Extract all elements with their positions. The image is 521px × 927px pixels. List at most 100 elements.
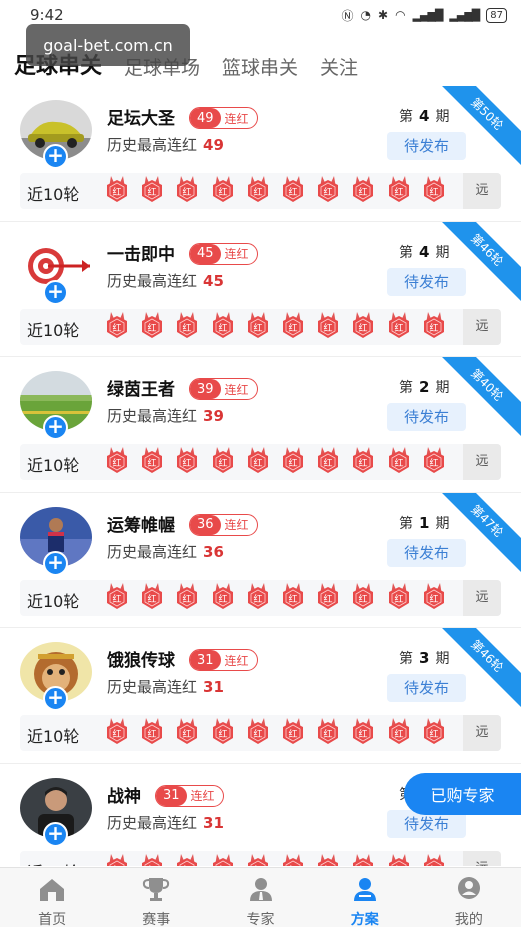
svg-text:红: 红 bbox=[288, 728, 297, 740]
svg-text:红: 红 bbox=[429, 186, 438, 198]
red-medal-icon: 红 bbox=[351, 718, 375, 746]
svg-text:红: 红 bbox=[359, 322, 368, 334]
follow-plus-button[interactable]: + bbox=[43, 279, 68, 305]
svg-text:红: 红 bbox=[324, 322, 333, 334]
nav-item-4[interactable]: 我的 bbox=[417, 868, 521, 927]
follow-plus-button[interactable]: + bbox=[43, 415, 68, 440]
period-suffix: 期 bbox=[435, 515, 450, 532]
red-medal-icon: 红 bbox=[351, 311, 375, 340]
follow-plus-button[interactable]: + bbox=[43, 550, 68, 576]
far-button[interactable]: 远 bbox=[463, 444, 501, 480]
expert-name: 绿茵王者 bbox=[107, 380, 175, 400]
medal-row: 红红红红红红红红红红 bbox=[105, 853, 446, 866]
red-medal-icon: 红 bbox=[316, 853, 340, 866]
nav-label: 方案 bbox=[350, 912, 379, 927]
period-number: 1 bbox=[419, 513, 430, 532]
red-medal-icon: 红 bbox=[422, 582, 446, 611]
streak-count: 31 bbox=[190, 650, 221, 670]
history-label: 历史最高连红 bbox=[107, 136, 198, 154]
streak-badge: 45 连红 bbox=[189, 242, 258, 265]
red-medal-icon: 红 bbox=[351, 176, 375, 204]
svg-text:红: 红 bbox=[218, 728, 227, 740]
svg-text:红: 红 bbox=[288, 457, 297, 469]
svg-text:红: 红 bbox=[253, 186, 262, 198]
history-label: 历史最高连红 bbox=[107, 542, 198, 561]
expert-card[interactable]: + 运筹帷幄 36 连红 历史最高连红 36 第 1 期待发布 第47轮 近10轮红红红红红红红红红… bbox=[0, 492, 521, 628]
svg-text:红: 红 bbox=[183, 728, 192, 740]
expert-card[interactable]: + 足坛大圣 49 连红 历史最高连红 49 第 4 期待发布 第50轮 近10轮红红红红红红红红红… bbox=[0, 86, 521, 222]
streak-count: 39 bbox=[190, 379, 221, 399]
svg-text:红: 红 bbox=[429, 457, 438, 469]
recent-label: 近10轮 bbox=[27, 456, 80, 475]
red-medal-icon: 红 bbox=[316, 176, 340, 204]
red-medal-icon: 红 bbox=[316, 311, 340, 340]
red-medal-icon: 红 bbox=[105, 718, 129, 746]
svg-text:红: 红 bbox=[112, 593, 121, 605]
battery-icon: 87 bbox=[486, 7, 507, 23]
svg-text:红: 红 bbox=[324, 457, 333, 469]
history-label: 历史最高连红 bbox=[107, 678, 198, 696]
period-prefix: 第 bbox=[399, 380, 413, 396]
medal-row: 红红红红红红红红红红 bbox=[105, 718, 446, 746]
medal-row: 红红红红红红红红红红 bbox=[105, 582, 446, 611]
trophy-icon bbox=[141, 876, 171, 906]
pending-publish-button[interactable]: 待发布 bbox=[387, 132, 466, 160]
period-info: 第1期 bbox=[399, 513, 449, 533]
red-medal-icon: 红 bbox=[246, 176, 270, 204]
expert-card[interactable]: + 绿茵王者 39 连红 历史最高连红 39 第 2 期待发布 第40轮 近10轮红红红红红红红红红… bbox=[0, 357, 521, 493]
history-label: 历史最高连红 bbox=[107, 407, 198, 425]
nav-label: 专家 bbox=[246, 912, 275, 927]
far-button[interactable]: 远 bbox=[463, 173, 501, 209]
red-medal-icon: 红 bbox=[175, 853, 199, 866]
period-info: 第3期 bbox=[399, 648, 449, 668]
svg-text:红: 红 bbox=[288, 593, 297, 605]
expert-list[interactable]: + 足坛大圣 49 连红 历史最高连红 49 第 4 期待发布 第50轮 近10轮红红红红红红红红红… bbox=[0, 86, 521, 866]
recent-record-bar: 近10轮 红 红 红 红 红 红 红 红 红 红 远 bbox=[20, 308, 501, 345]
nav-item-1[interactable]: 赛事 bbox=[104, 868, 208, 927]
red-medal-icon: 红 bbox=[140, 853, 164, 866]
streak-label: 连红 bbox=[224, 518, 249, 532]
red-medal-icon: 红 bbox=[422, 176, 446, 204]
svg-text:红: 红 bbox=[148, 728, 157, 740]
recent-label: 近10轮 bbox=[27, 185, 80, 204]
tab-3[interactable]: 关注 bbox=[320, 53, 358, 80]
svg-text:红: 红 bbox=[394, 322, 403, 334]
red-medal-icon: 红 bbox=[387, 718, 411, 746]
red-medal-icon: 红 bbox=[281, 447, 305, 475]
period-number: 2 bbox=[419, 378, 430, 396]
svg-text:红: 红 bbox=[359, 457, 368, 469]
follow-plus-button[interactable]: + bbox=[43, 821, 68, 847]
expert-name: 战神 bbox=[107, 786, 141, 807]
follow-plus-button[interactable]: + bbox=[43, 144, 68, 169]
period-prefix: 第 bbox=[399, 651, 413, 667]
expert-name: 一击即中 bbox=[107, 244, 175, 265]
tab-2[interactable]: 篮球串关 bbox=[222, 53, 298, 80]
period-number: 4 bbox=[419, 242, 430, 261]
follow-plus-button[interactable]: + bbox=[43, 686, 68, 711]
history-value: 36 bbox=[203, 542, 224, 561]
far-button[interactable]: 远 bbox=[463, 579, 501, 616]
svg-text:红: 红 bbox=[218, 186, 227, 198]
far-button[interactable]: 远 bbox=[463, 715, 501, 751]
nav-item-0[interactable]: 首页 bbox=[0, 868, 104, 927]
home-icon bbox=[37, 876, 67, 906]
red-medal-icon: 红 bbox=[105, 582, 129, 611]
nav-item-3[interactable]: 方案 bbox=[313, 868, 417, 927]
streak-count: 45 bbox=[190, 243, 221, 264]
pending-publish-button[interactable]: 待发布 bbox=[387, 403, 466, 431]
period-prefix: 第 bbox=[399, 109, 413, 125]
period-number: 3 bbox=[419, 649, 430, 667]
pending-publish-button[interactable]: 待发布 bbox=[387, 674, 466, 702]
pending-publish-button[interactable]: 待发布 bbox=[387, 538, 466, 567]
history-label: 历史最高连红 bbox=[107, 813, 198, 832]
expert-card[interactable]: + 饿狼传球 31 连红 历史最高连红 31 第 3 期待发布 第46轮 近10轮红红红红红红红红红… bbox=[0, 628, 521, 764]
red-medal-icon: 红 bbox=[281, 853, 305, 866]
far-button[interactable]: 远 bbox=[463, 308, 501, 345]
pending-publish-button[interactable]: 待发布 bbox=[387, 267, 466, 296]
expert-card[interactable]: + 一击即中 45 连红 历史最高连红 45 第 4 期待发布 第46轮 近10轮红红红红红红红红红… bbox=[0, 221, 521, 357]
red-medal-icon: 红 bbox=[316, 447, 340, 475]
bought-experts-button[interactable]: 已购专家 bbox=[404, 773, 521, 815]
nav-item-2[interactable]: 专家 bbox=[208, 868, 312, 927]
far-button[interactable]: 远 bbox=[463, 850, 501, 866]
red-medal-icon: 红 bbox=[281, 311, 305, 340]
